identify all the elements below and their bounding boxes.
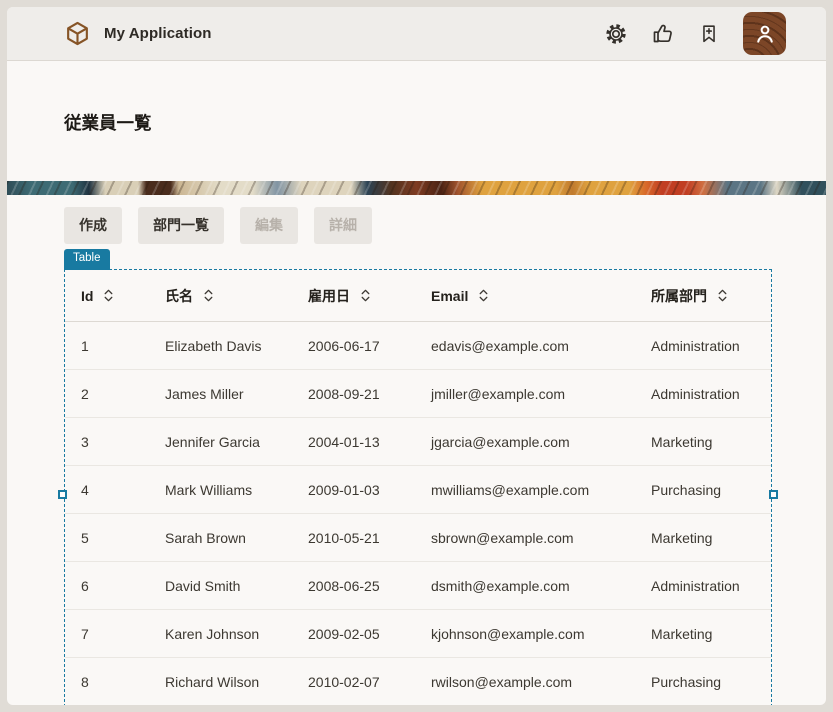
edit-button: 編集 bbox=[240, 207, 298, 244]
page-title: 従業員一覧 bbox=[64, 110, 769, 135]
table-cell: 2009-02-05 bbox=[292, 610, 415, 658]
table-cell: sbrown@example.com bbox=[415, 514, 635, 562]
selection-handle-left[interactable] bbox=[58, 490, 67, 499]
table-cell: 4 bbox=[65, 466, 149, 514]
table-cell: Marketing bbox=[635, 610, 771, 658]
table-cell: 7 bbox=[65, 610, 149, 658]
column-label: Email bbox=[431, 288, 468, 304]
column-header-name[interactable]: 氏名 bbox=[149, 270, 292, 322]
detail-button: 詳細 bbox=[314, 207, 372, 244]
table-cell: 1 bbox=[65, 322, 149, 370]
selection-handle-right[interactable] bbox=[769, 490, 778, 499]
create-button[interactable]: 作成 bbox=[64, 207, 122, 244]
table-cell: Purchasing bbox=[635, 466, 771, 514]
selection-badge[interactable]: Table bbox=[64, 249, 110, 270]
table-row[interactable]: 2James Miller2008-09-21jmiller@example.c… bbox=[65, 370, 771, 418]
table-cell: Mark Williams bbox=[149, 466, 292, 514]
table-cell: Administration bbox=[635, 562, 771, 610]
table-row[interactable]: 1Elizabeth Davis2006-06-17edavis@example… bbox=[65, 322, 771, 370]
table-cell: rwilson@example.com bbox=[415, 658, 635, 705]
employees-table: Id 氏名 雇用日 Email 所属部門 1Elizabeth Davis2006-06… bbox=[65, 270, 771, 705]
table-cell: 2010-05-21 bbox=[292, 514, 415, 562]
table-row[interactable]: 3Jennifer Garcia2004-01-13jgarcia@exampl… bbox=[65, 418, 771, 466]
table-cell: 3 bbox=[65, 418, 149, 466]
column-label: 氏名 bbox=[165, 288, 193, 304]
table-cell: 2010-02-07 bbox=[292, 658, 415, 705]
table-cell: 5 bbox=[65, 514, 149, 562]
header-actions bbox=[604, 12, 786, 55]
column-header-hire-date[interactable]: 雇用日 bbox=[292, 270, 415, 322]
table-cell: Elizabeth Davis bbox=[149, 322, 292, 370]
table-cell: 6 bbox=[65, 562, 149, 610]
table-cell: jgarcia@example.com bbox=[415, 418, 635, 466]
table-cell: Richard Wilson bbox=[149, 658, 292, 705]
column-header-department[interactable]: 所属部門 bbox=[635, 270, 771, 322]
table-row[interactable]: 6David Smith2008-06-25dsmith@example.com… bbox=[65, 562, 771, 610]
sort-icon bbox=[478, 288, 489, 303]
cube-package-icon bbox=[64, 20, 91, 47]
app-window: My Application bbox=[7, 7, 826, 705]
sort-icon bbox=[103, 288, 114, 303]
title-section: 従業員一覧 bbox=[7, 61, 826, 181]
table-cell: 2 bbox=[65, 370, 149, 418]
table-cell: 8 bbox=[65, 658, 149, 705]
thumbs-up-icon bbox=[651, 22, 675, 46]
table-cell: Administration bbox=[635, 370, 771, 418]
table-row[interactable]: 4Mark Williams2009-01-03mwilliams@exampl… bbox=[65, 466, 771, 514]
feedback-button[interactable] bbox=[651, 22, 675, 46]
decorative-banner bbox=[7, 181, 826, 195]
bookmark-plus-icon bbox=[698, 22, 720, 46]
table-cell: Sarah Brown bbox=[149, 514, 292, 562]
column-header-email[interactable]: Email bbox=[415, 270, 635, 322]
table-body: 1Elizabeth Davis2006-06-17edavis@example… bbox=[65, 322, 771, 705]
table-row[interactable]: 7Karen Johnson2009-02-05kjohnson@example… bbox=[65, 610, 771, 658]
table-row[interactable]: 8Richard Wilson2010-02-07rwilson@example… bbox=[65, 658, 771, 705]
table-cell: Marketing bbox=[635, 514, 771, 562]
table-cell: Administration bbox=[635, 322, 771, 370]
bookmark-button[interactable] bbox=[698, 22, 720, 46]
column-label: 所属部門 bbox=[651, 288, 707, 304]
table-cell: 2006-06-17 bbox=[292, 322, 415, 370]
table-header-row: Id 氏名 雇用日 Email 所属部門 bbox=[65, 270, 771, 322]
table-cell: 2004-01-13 bbox=[292, 418, 415, 466]
brand: My Application bbox=[64, 20, 212, 47]
table-cell: 2008-09-21 bbox=[292, 370, 415, 418]
table-cell: jmiller@example.com bbox=[415, 370, 635, 418]
table-cell: mwilliams@example.com bbox=[415, 466, 635, 514]
app-title: My Application bbox=[104, 25, 212, 42]
table-cell: Karen Johnson bbox=[149, 610, 292, 658]
settings-button[interactable] bbox=[604, 22, 628, 46]
column-label: 雇用日 bbox=[308, 288, 350, 304]
sort-icon bbox=[717, 288, 728, 303]
table-cell: 2009-01-03 bbox=[292, 466, 415, 514]
department-list-button[interactable]: 部門一覧 bbox=[138, 207, 224, 244]
table-cell: dsmith@example.com bbox=[415, 562, 635, 610]
table-cell: David Smith bbox=[149, 562, 292, 610]
toolbar: 作成 部門一覧 編集 詳細 bbox=[7, 195, 826, 244]
column-label: Id bbox=[81, 288, 93, 304]
table-cell: James Miller bbox=[149, 370, 292, 418]
column-header-id[interactable]: Id bbox=[65, 270, 149, 322]
table-row[interactable]: 5Sarah Brown2010-05-21sbrown@example.com… bbox=[65, 514, 771, 562]
table-cell: Marketing bbox=[635, 418, 771, 466]
table-cell: Purchasing bbox=[635, 658, 771, 705]
table-cell: edavis@example.com bbox=[415, 322, 635, 370]
person-icon bbox=[752, 21, 778, 47]
app-header: My Application bbox=[7, 7, 826, 61]
gear-icon bbox=[604, 22, 628, 46]
user-avatar-button[interactable] bbox=[743, 12, 786, 55]
table-cell: Jennifer Garcia bbox=[149, 418, 292, 466]
table-cell: kjohnson@example.com bbox=[415, 610, 635, 658]
sort-icon bbox=[360, 288, 371, 303]
sort-icon bbox=[203, 288, 214, 303]
table-cell: 2008-06-25 bbox=[292, 562, 415, 610]
table-selection-region: Table Id氏名雇用日Email所属部門 1Elizabeth Davis2… bbox=[64, 269, 772, 705]
